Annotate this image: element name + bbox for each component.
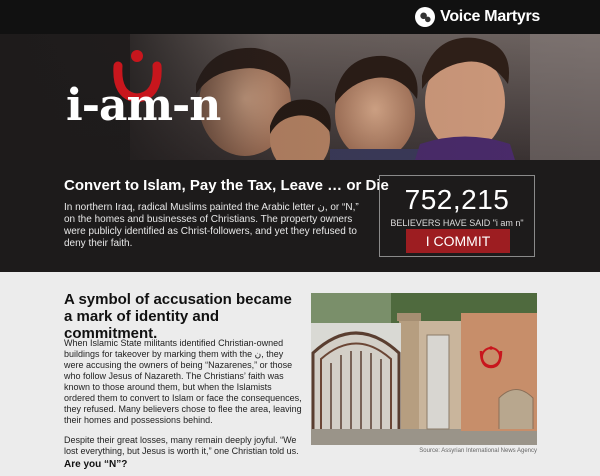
article-paragraph: When Islamic State militants identified …: [64, 338, 302, 425]
commit-button[interactable]: I COMMIT: [406, 229, 510, 253]
article-paragraph: Despite their great losses, many remain …: [64, 435, 299, 456]
top-bar: Voice Martyrs: [0, 0, 600, 34]
hero-banner: i-am-n: [0, 34, 600, 160]
article-question: Are you “N”?: [64, 459, 128, 470]
commit-section: Convert to Islam, Pay the Tax, Leave … o…: [0, 160, 600, 272]
hero-title: i-am-n: [66, 80, 221, 131]
article-heading: A symbol of accusation became a mark of …: [64, 291, 292, 342]
commitment-count-label: BELIEVERS HAVE SAID "i am n": [390, 218, 524, 228]
photo-caption: Source: Assyrian International News Agen…: [419, 448, 537, 454]
section-heading: Convert to Islam, Pay the Tax, Leave … o…: [64, 177, 389, 194]
brand-name: Voice Martyrs: [440, 8, 540, 25]
section-body: In northern Iraq, radical Muslims painte…: [64, 202, 359, 249]
brand-logo[interactable]: Voice Martyrs: [415, 7, 540, 27]
commitment-count: 752,215: [404, 184, 510, 215]
marked-gate-photo: [311, 293, 537, 445]
article-body: When Islamic State militants identified …: [64, 338, 304, 466]
commitment-counter: 752,215 BELIEVERS HAVE SAID "i am n" I C…: [379, 175, 535, 257]
globe-icon: [415, 7, 436, 27]
